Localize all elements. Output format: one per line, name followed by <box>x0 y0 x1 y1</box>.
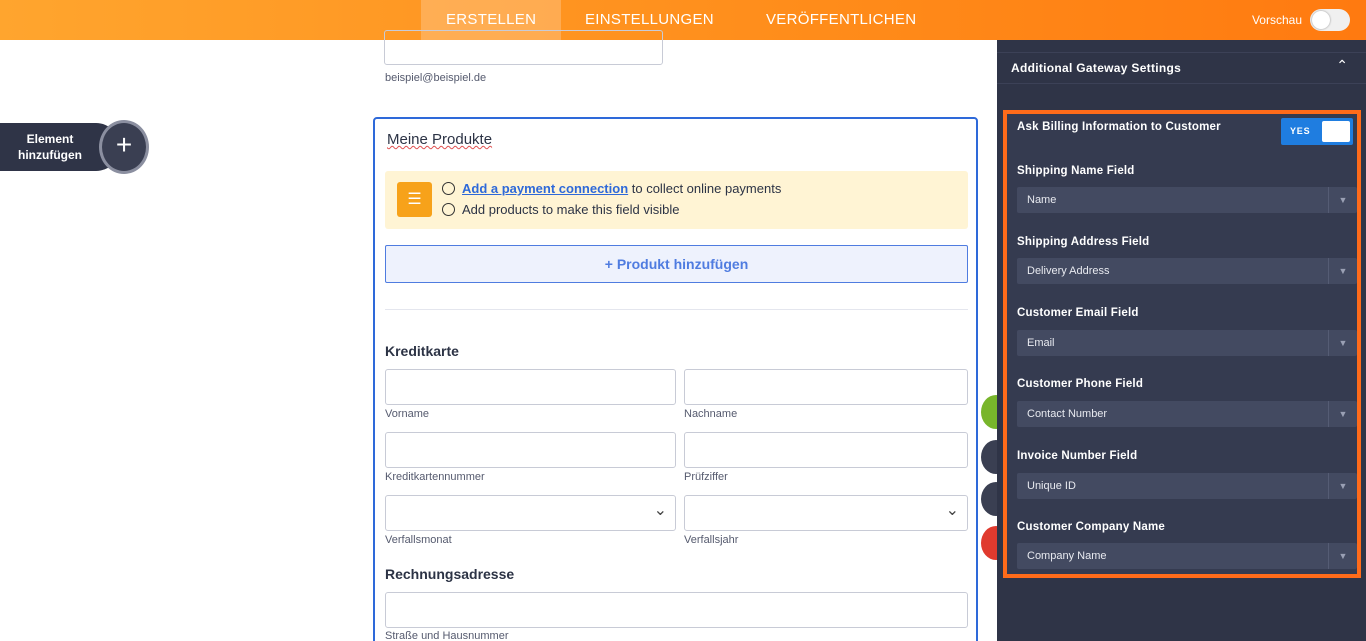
divider <box>385 309 968 310</box>
street-field[interactable] <box>385 592 968 628</box>
cvv-field[interactable] <box>684 432 968 468</box>
plus-icon: + <box>115 129 133 160</box>
last-name-field[interactable] <box>684 369 968 405</box>
preview-label: Vorschau <box>1251 13 1302 27</box>
radio-icon <box>442 203 455 216</box>
gateway-settings-header[interactable]: Additional Gateway Settings ⌃ <box>997 52 1366 84</box>
customer-phone-label: Customer Phone Field <box>1017 378 1144 390</box>
preview-toggle[interactable] <box>1310 9 1350 31</box>
last-name-label: Nachname <box>684 408 738 420</box>
email-hint: beispiel@beispiel.de <box>385 72 487 84</box>
invoice-number-select[interactable]: Unique ID <box>1017 473 1357 499</box>
tab-veroeffentlichen[interactable]: VERÖFFENTLICHEN <box>741 0 941 40</box>
form-canvas: beispiel@beispiel.de Meine Produkte ☰ Ad… <box>337 30 1011 641</box>
shipping-address-select[interactable]: Delivery Address <box>1017 258 1357 284</box>
preview-control: Vorschau <box>1252 0 1350 40</box>
customer-phone-select[interactable]: Contact Number <box>1017 401 1357 427</box>
customer-email-select[interactable]: Email <box>1017 330 1357 356</box>
gateway-settings-title: Additional Gateway Settings <box>1011 61 1182 75</box>
shipping-name-label: Shipping Name Field <box>1017 165 1135 177</box>
notice-line1-text: to collect online payments <box>628 181 782 196</box>
first-name-label: Vorname <box>385 408 430 420</box>
radio-icon <box>442 182 455 195</box>
card-number-field[interactable] <box>385 432 676 468</box>
chevron-up-icon[interactable]: ⌃ <box>1336 57 1348 74</box>
notice-row-1: Add a payment connection to collect onli… <box>442 181 781 196</box>
ask-billing-label: Ask Billing Information to Customer <box>1017 121 1221 133</box>
street-label: Straße und Hausnummer <box>385 630 509 641</box>
toggle-knob <box>1322 121 1350 142</box>
add-product-button[interactable]: + Produkt hinzufügen <box>385 245 968 283</box>
left-panel: Element hinzufügen + <box>0 40 337 641</box>
toggle-yes-text: YES <box>1290 126 1311 136</box>
company-name-label: Customer Company Name <box>1017 521 1165 533</box>
billing-heading: Rechnungsadresse <box>385 566 515 582</box>
products-widget[interactable]: Meine Produkte ☰ Add a payment connectio… <box>373 117 978 641</box>
checklist-icon: ☰ <box>397 182 432 217</box>
shipping-name-select[interactable]: Name <box>1017 187 1357 213</box>
payment-notice: ☰ Add a payment connection to collect on… <box>385 171 968 229</box>
settings-panel: Additional Gateway Settings ⌃ Ask Billin… <box>997 40 1366 641</box>
notice-row-2: Add products to make this field visible <box>442 202 680 217</box>
widget-title: Meine Produkte <box>387 131 493 148</box>
add-element-button[interactable]: + <box>99 120 149 174</box>
exp-year-label: Verfallsjahr <box>684 534 739 546</box>
payment-connection-link[interactable]: Add a payment connection <box>462 181 628 196</box>
first-name-field[interactable] <box>385 369 676 405</box>
company-name-select[interactable]: Company Name <box>1017 543 1357 569</box>
shipping-address-label: Shipping Address Field <box>1017 236 1150 248</box>
invoice-number-label: Invoice Number Field <box>1017 450 1138 462</box>
exp-month-select[interactable] <box>385 495 676 531</box>
highlighted-settings: Ask Billing Information to Customer YES … <box>1003 110 1361 578</box>
exp-month-label: Verfallsmonat <box>385 534 452 546</box>
ask-billing-toggle[interactable]: YES <box>1281 118 1353 145</box>
notice-line2-text: Add products to make this field visible <box>462 202 680 217</box>
email-field[interactable] <box>384 30 663 65</box>
customer-email-label: Customer Email Field <box>1017 307 1139 319</box>
cvv-label: Prüfziffer <box>684 471 728 483</box>
top-bar: ERSTELLEN EINSTELLUNGEN VERÖFFENTLICHEN … <box>0 0 1366 40</box>
card-number-label: Kreditkartennummer <box>385 471 485 483</box>
exp-year-select[interactable] <box>684 495 968 531</box>
credit-card-heading: Kreditkarte <box>385 343 459 359</box>
